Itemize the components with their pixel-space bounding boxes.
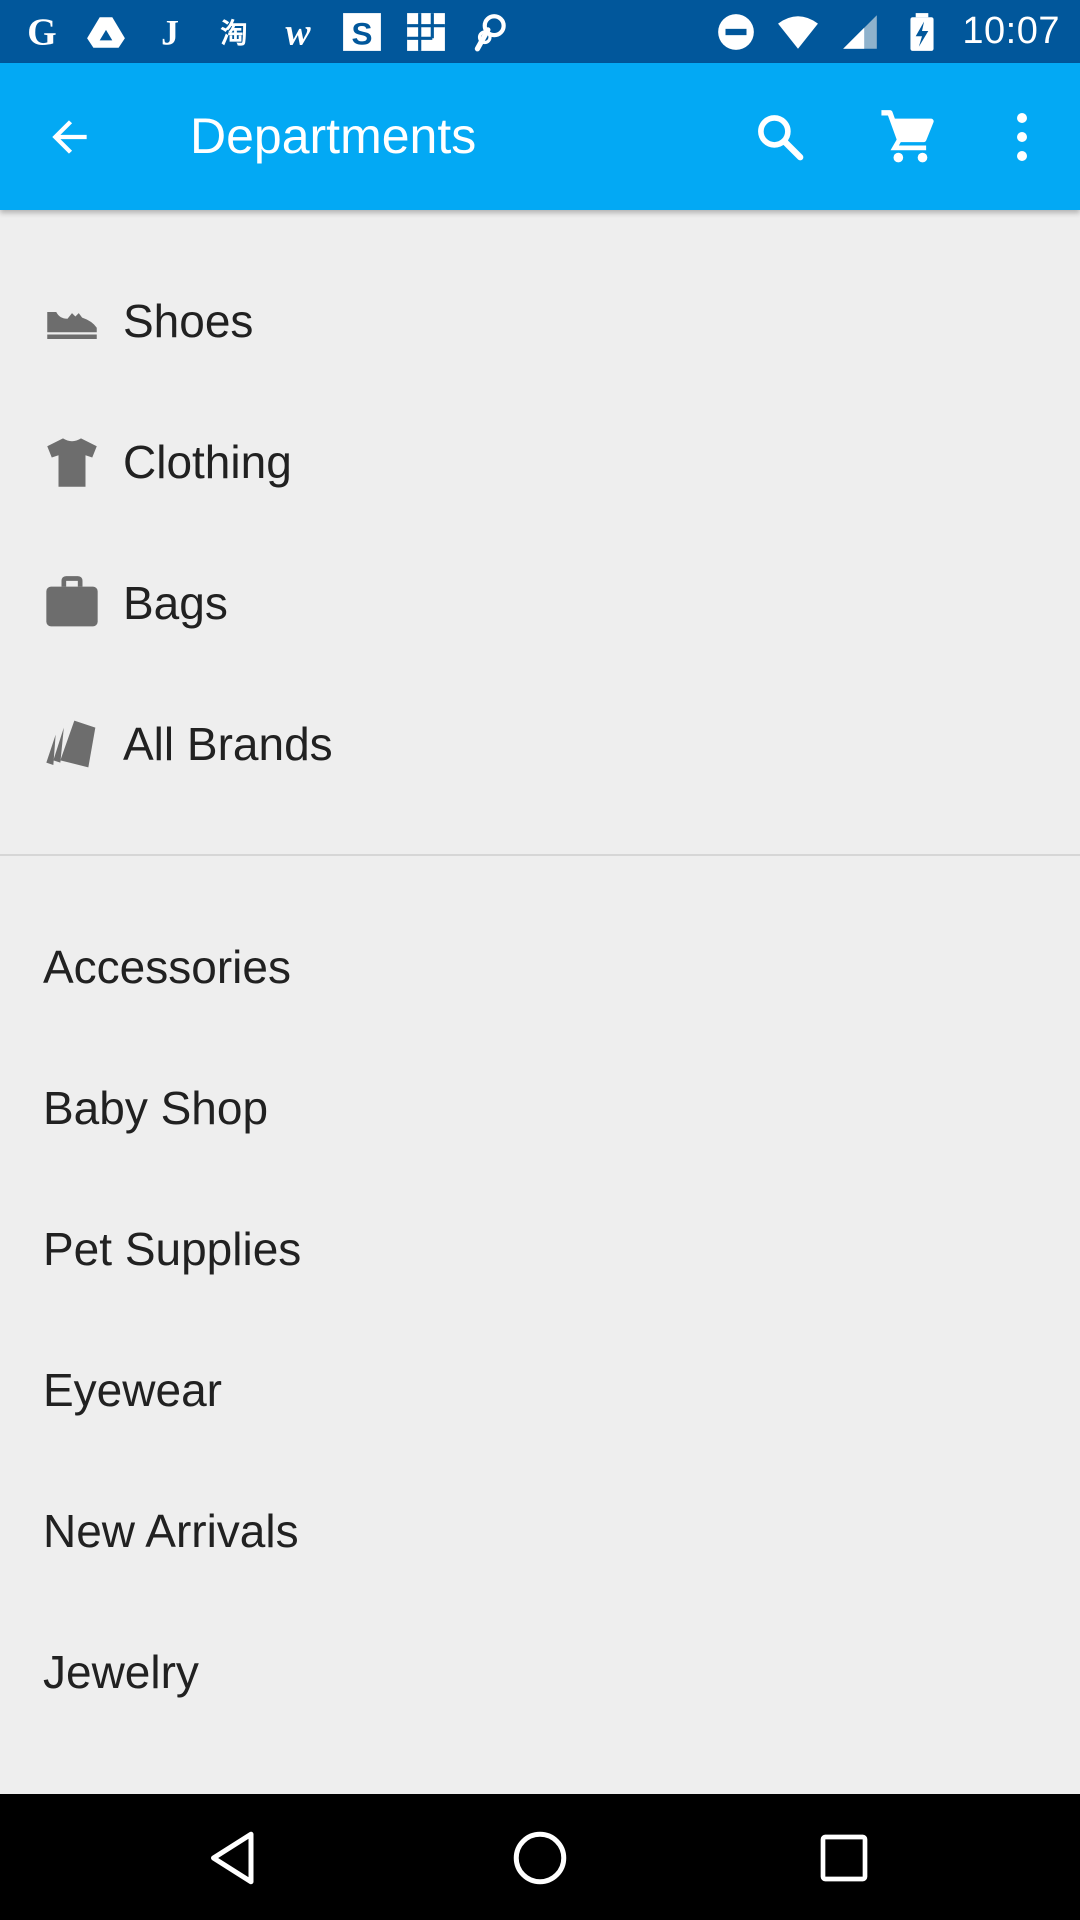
department-label: Jewelry bbox=[43, 1645, 199, 1698]
briefcase-icon bbox=[44, 575, 100, 631]
link-app-icon bbox=[468, 10, 512, 54]
cart-icon bbox=[881, 110, 934, 163]
department-label: Accessories bbox=[43, 940, 291, 993]
notification-icons: G J 淘 w S bbox=[20, 0, 512, 63]
tshirt-icon bbox=[44, 434, 100, 490]
more-options-button[interactable] bbox=[990, 105, 1054, 169]
svg-text:G: G bbox=[27, 11, 56, 52]
department-item-shoes[interactable]: Shoes bbox=[0, 250, 1080, 391]
drive-icon bbox=[84, 10, 128, 54]
back-button[interactable] bbox=[38, 105, 102, 169]
wifi-icon bbox=[776, 10, 820, 54]
nav-back-button[interactable] bbox=[200, 1822, 272, 1894]
navigation-bar bbox=[0, 1794, 1080, 1920]
grid-app-icon bbox=[404, 10, 448, 54]
svg-text:淘: 淘 bbox=[220, 18, 247, 49]
department-item-eyewear[interactable]: Eyewear bbox=[0, 1319, 1080, 1460]
department-label: Shoes bbox=[123, 294, 254, 347]
svg-text:J: J bbox=[161, 12, 179, 52]
status-time: 10:07 bbox=[962, 10, 1060, 52]
department-item-jewelry[interactable]: Jewelry bbox=[0, 1601, 1080, 1742]
tags-icon bbox=[44, 716, 100, 772]
page-title: Departments bbox=[190, 108, 477, 164]
department-label: Clothing bbox=[123, 435, 292, 488]
s-app-icon: S bbox=[340, 10, 384, 54]
j-app-icon: J bbox=[148, 10, 192, 54]
taobao-icon: 淘 bbox=[212, 10, 256, 54]
do-not-disturb-icon bbox=[714, 10, 758, 54]
status-bar: G J 淘 w S 10:07 bbox=[0, 0, 1080, 63]
department-label: All Brands bbox=[123, 717, 333, 770]
featured-departments: Shoes Clothing Bags All Brands bbox=[0, 250, 1080, 814]
shoe-icon bbox=[44, 293, 100, 349]
section-divider bbox=[0, 854, 1080, 856]
cart-button[interactable] bbox=[876, 105, 940, 169]
signal-icon bbox=[838, 10, 882, 54]
circle-home-icon bbox=[513, 1831, 567, 1885]
arrow-back-icon bbox=[52, 120, 87, 154]
search-icon bbox=[758, 115, 804, 161]
w-app-icon: w bbox=[276, 10, 320, 54]
triangle-back-icon bbox=[211, 1831, 254, 1885]
department-label: New Arrivals bbox=[43, 1504, 299, 1557]
department-label: Pet Supplies bbox=[43, 1222, 302, 1275]
svg-text:S: S bbox=[352, 15, 373, 51]
svg-text:w: w bbox=[285, 11, 311, 52]
google-icon: G bbox=[20, 10, 64, 54]
system-icons: 10:07 bbox=[714, 0, 1060, 63]
department-item-baby-shop[interactable]: Baby Shop bbox=[0, 1037, 1080, 1178]
department-item-bags[interactable]: Bags bbox=[0, 532, 1080, 673]
department-label: Baby Shop bbox=[43, 1081, 269, 1134]
more-vert-icon bbox=[1017, 113, 1027, 161]
department-label: Bags bbox=[123, 576, 228, 629]
more-departments: Accessories Baby Shop Pet Supplies Eyewe… bbox=[0, 896, 1080, 1742]
departments-list: Shoes Clothing Bags All Brands Accessori… bbox=[0, 210, 1080, 1794]
department-item-accessories[interactable]: Accessories bbox=[0, 896, 1080, 1037]
department-item-new-arrivals[interactable]: New Arrivals bbox=[0, 1460, 1080, 1601]
department-item-clothing[interactable]: Clothing bbox=[0, 391, 1080, 532]
department-item-pet-supplies[interactable]: Pet Supplies bbox=[0, 1178, 1080, 1319]
app-bar: Departments bbox=[0, 63, 1080, 210]
battery-charging-icon bbox=[900, 10, 944, 54]
department-item-all-brands[interactable]: All Brands bbox=[0, 673, 1080, 814]
department-label: Eyewear bbox=[43, 1363, 222, 1416]
nav-recents-button[interactable] bbox=[808, 1822, 880, 1894]
square-recents-icon bbox=[820, 1834, 868, 1882]
search-button[interactable] bbox=[748, 105, 812, 169]
nav-home-button[interactable] bbox=[504, 1822, 576, 1894]
screen: G J 淘 w S 10:07 Departments Shoes Clothi… bbox=[0, 0, 1080, 1920]
